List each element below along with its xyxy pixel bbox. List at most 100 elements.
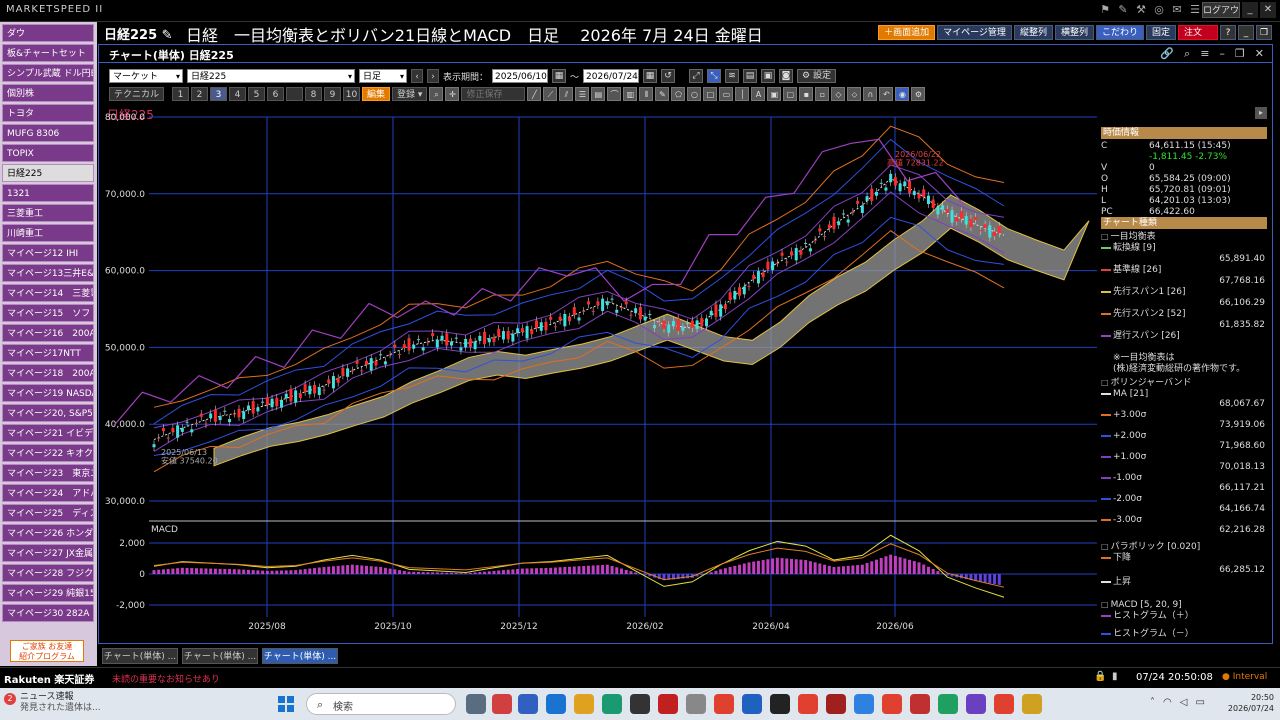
sidebar-item[interactable]: TOPIX [2, 144, 94, 162]
ray-tool-icon[interactable]: ⟋ [543, 87, 558, 101]
sidebar-item[interactable]: 川崎重工 [2, 224, 94, 242]
help-icon[interactable]: ? [1220, 25, 1236, 40]
sidebar-item[interactable]: 板&チャートセット [2, 44, 94, 62]
select-tool-icon[interactable]: ⬦ [847, 87, 862, 101]
logout-button[interactable]: ログアウト [1202, 2, 1240, 32]
vertical-arrange-button[interactable]: 縦整列 [1013, 25, 1053, 40]
sidebar-item[interactable]: マイページ14 三菱電 [2, 284, 94, 302]
tool-icon[interactable]: ⚒ [1134, 3, 1148, 17]
app-icon[interactable] [518, 694, 538, 714]
reset-icon[interactable]: ↺ [661, 69, 676, 83]
app-icon[interactable] [630, 694, 650, 714]
parabolic-section[interactable]: パラボリック [0.020] [1101, 541, 1267, 553]
chrome-icon[interactable] [994, 694, 1014, 714]
channel-tool-icon[interactable]: ⫽ [559, 87, 574, 101]
app-icon[interactable] [658, 694, 678, 714]
close-icon[interactable]: ✕ [1255, 47, 1264, 61]
flag-tool-icon[interactable]: ▪ [799, 87, 814, 101]
taskbar-search[interactable]: ⌕ 検索 [306, 693, 456, 715]
outlook-icon[interactable] [546, 694, 566, 714]
technical-button[interactable]: テクニカル [109, 87, 165, 101]
sidebar-item[interactable]: 日経225 [2, 164, 94, 182]
preset-6-button[interactable]: 6 [267, 87, 285, 101]
wifi-icon[interactable]: ◠ [1163, 697, 1172, 708]
restore-icon[interactable]: ❐ [1235, 47, 1245, 61]
restore-icon[interactable]: ❐ [1256, 25, 1272, 40]
menu-icon[interactable]: ≡ [1200, 47, 1209, 61]
market-select[interactable]: マーケット [109, 69, 183, 84]
sidebar-item[interactable]: マイページ21 イビデン [2, 424, 94, 442]
retrace-tool-icon[interactable]: ▥ [623, 87, 638, 101]
preset-4-button[interactable]: 4 [229, 87, 247, 101]
sidebar-item[interactable]: トヨタ [2, 104, 94, 122]
kodawari-button[interactable]: こだわり [1095, 25, 1144, 40]
eye-icon[interactable]: ◉ [895, 87, 910, 101]
sidebar-item[interactable]: マイページ18 200A [2, 364, 94, 382]
fan-tool-icon[interactable]: ⌒ [607, 87, 622, 101]
sidebar-item[interactable]: マイページ19 NASDA [2, 384, 94, 402]
zoom-icon[interactable]: ⌕ [429, 87, 444, 101]
register-button[interactable]: 登録 ▾ [392, 87, 428, 101]
period-select[interactable]: 日足 [359, 69, 407, 84]
news-widget[interactable]: ニュース速報 発見された遺体は... [20, 692, 101, 714]
sidebar-item[interactable]: マイページ15 ソフトバ [2, 304, 94, 322]
battery-icon[interactable]: ▭ [1195, 697, 1204, 708]
rect-tool-icon[interactable]: □ [703, 87, 718, 101]
preset-1-button[interactable]: 1 [172, 87, 190, 101]
list-icon[interactable]: ☰ [1188, 3, 1202, 17]
magnet-tool-icon[interactable]: ∩ [863, 87, 878, 101]
preset-10-button[interactable]: 10 [343, 87, 361, 101]
edit-pencil-icon[interactable]: ✎ [162, 28, 173, 43]
chrome-icon[interactable] [798, 694, 818, 714]
correct-save-button[interactable]: 修正保存 [461, 87, 526, 101]
sidebar-item[interactable]: マイページ30 282A [2, 604, 94, 622]
volume-icon[interactable]: ◁ [1180, 697, 1188, 708]
sidebar-item[interactable]: 個別株 [2, 84, 94, 102]
chart-tab-2[interactable]: チャート(単体) ... [182, 648, 258, 664]
calendar-icon[interactable]: ▦ [643, 69, 658, 83]
app-icon[interactable] [826, 694, 846, 714]
label-tool-icon[interactable]: ▣ [767, 87, 782, 101]
sidebar-item[interactable]: マイページ29 純銀15 [2, 584, 94, 602]
search-icon[interactable]: ⌕ [1184, 47, 1190, 61]
erase-tool-icon[interactable]: ◇ [831, 87, 846, 101]
from-date-input[interactable]: 2025/06/10 [492, 69, 549, 83]
sidebar-item[interactable]: MUFG 8306 [2, 124, 94, 142]
network-icon[interactable]: ◎ [1152, 3, 1166, 17]
preset-2-button[interactable]: 2 [191, 87, 209, 101]
print-icon[interactable]: ▤ [743, 69, 758, 83]
link-icon[interactable]: 🔗 [1160, 47, 1174, 61]
chart-area[interactable]: 80,000.0 70,000.0 60,000.0 50,000.0 40,000.0… [99, 105, 1099, 635]
rect-fill-tool-icon[interactable]: ▤ [591, 87, 606, 101]
camera-icon[interactable]: ◙ [779, 69, 794, 83]
minimize-icon[interactable]: _ [1242, 2, 1258, 18]
preset-7-button[interactable] [286, 87, 304, 101]
circle-tool-icon[interactable]: ○ [687, 87, 702, 101]
task-view-icon[interactable] [466, 694, 486, 714]
ichimoku-section[interactable]: 一目均衡表 [1101, 231, 1267, 243]
to-date-input[interactable]: 2026/07/24 [583, 69, 640, 83]
sidebar-item[interactable]: マイページ22 キオクシ [2, 444, 94, 462]
preset-3-button[interactable]: 3 [210, 87, 228, 101]
hbar-tool-icon[interactable]: ▭ [719, 87, 734, 101]
mark-tool-icon[interactable]: ▫ [815, 87, 830, 101]
macd-section[interactable]: MACD [5, 20, 9] [1101, 599, 1267, 611]
add-screen-button[interactable]: ＋画面追加 [878, 25, 936, 40]
windows-start-icon[interactable] [278, 696, 294, 712]
preset-8-button[interactable]: 8 [305, 87, 323, 101]
sidebar-item[interactable]: マイページ23 東京エレ [2, 464, 94, 482]
pentagon-tool-icon[interactable]: ⬠ [671, 87, 686, 101]
sidebar-item[interactable]: マイページ24 アドバン [2, 484, 94, 502]
preset-5-button[interactable]: 5 [248, 87, 266, 101]
note-tool-icon[interactable]: ▢ [783, 87, 798, 101]
chart-tab-1[interactable]: チャート(単体) ... [102, 648, 178, 664]
edge-icon[interactable] [602, 694, 622, 714]
collapse-panel-icon[interactable]: ▸ [1255, 107, 1267, 119]
sidebar-item[interactable]: マイページ28 フジクラ [2, 564, 94, 582]
cycle-tool-icon[interactable]: ⦀ [639, 87, 654, 101]
sidebar-item[interactable]: シンプル武蔵 ドル円Big [2, 64, 94, 82]
chart-tab-3[interactable]: チャート(単体) ... [262, 648, 338, 664]
app-icon[interactable] [966, 694, 986, 714]
sidebar-item[interactable]: マイページ26 ホンダ [2, 524, 94, 542]
bollinger-section[interactable]: ボリンジャーバンド [1101, 377, 1267, 389]
